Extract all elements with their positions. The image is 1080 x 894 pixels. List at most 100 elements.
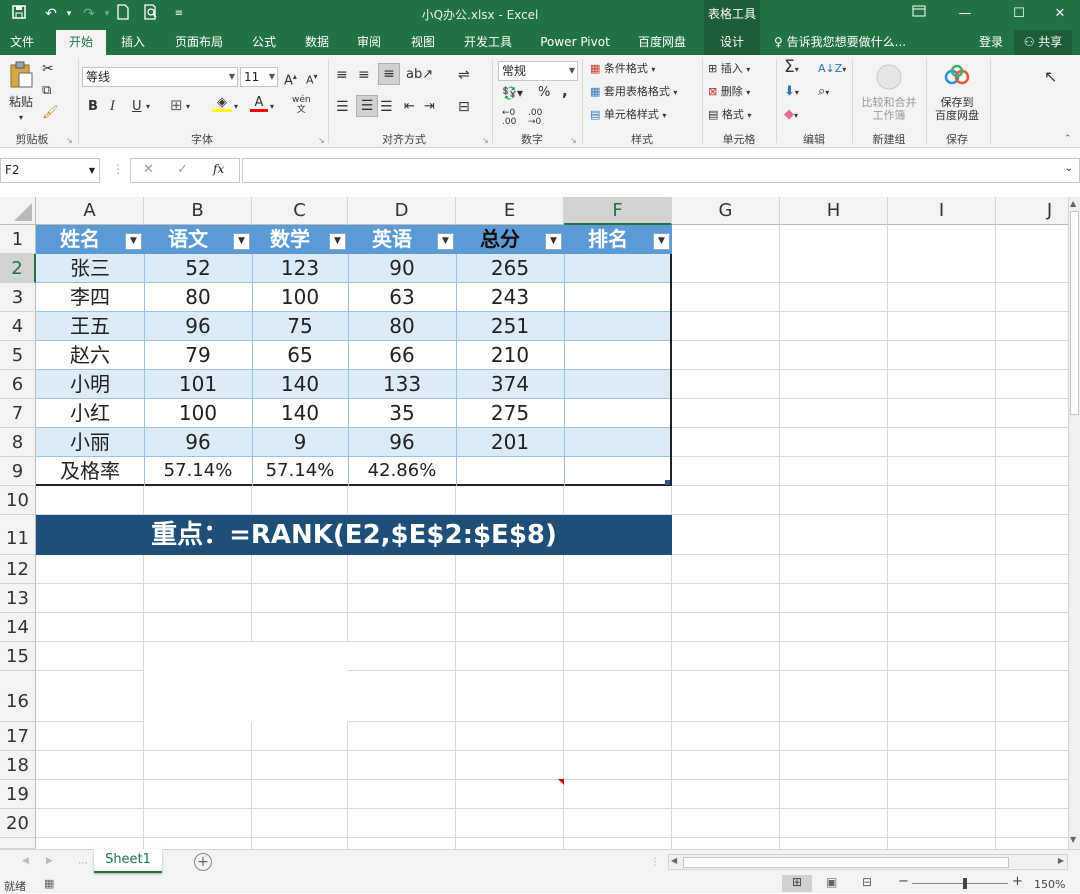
- cell-total[interactable]: 251: [456, 312, 564, 340]
- format-cells-button[interactable]: ▤ 格式 ▾: [708, 107, 751, 124]
- zoom-slider[interactable]: [912, 883, 1008, 884]
- filter-dropdown-icon[interactable]: ▼: [545, 233, 562, 250]
- select-all-corner[interactable]: [0, 197, 36, 225]
- cell-pass-rate-english[interactable]: 42.86%: [348, 457, 456, 485]
- column-header-e[interactable]: E: [456, 197, 564, 225]
- cell-chinese[interactable]: 80: [144, 283, 252, 311]
- cell-chinese[interactable]: 101: [144, 370, 252, 398]
- save-to-baidu-button[interactable]: 保存到 百度网盘: [928, 63, 986, 122]
- tab-formulas[interactable]: 公式: [244, 30, 284, 55]
- delete-cells-button[interactable]: ⊠ 删除 ▾: [708, 84, 750, 101]
- cell-name[interactable]: 王五: [36, 312, 144, 340]
- row-header-3[interactable]: 3: [0, 283, 36, 312]
- cell-english[interactable]: 66: [348, 341, 456, 369]
- cell-english[interactable]: 90: [348, 254, 456, 282]
- font-size-combo[interactable]: 11 ▼: [240, 67, 278, 87]
- cell-total[interactable]: 275: [456, 399, 564, 427]
- font-launcher-icon[interactable]: ↘: [318, 133, 325, 149]
- column-header-h[interactable]: H: [780, 197, 888, 225]
- tab-power-pivot[interactable]: Power Pivot: [532, 30, 618, 55]
- font-color-button[interactable]: A: [250, 95, 268, 112]
- align-bottom-icon[interactable]: ≡: [378, 63, 400, 85]
- align-top-icon[interactable]: ≡: [336, 67, 348, 83]
- underline-button[interactable]: U: [132, 99, 142, 115]
- page-layout-view-icon[interactable]: ▣: [826, 875, 837, 889]
- undo-dropdown-icon[interactable]: ▾: [58, 4, 80, 24]
- insert-function-icon[interactable]: fx: [213, 162, 224, 176]
- number-format-combo[interactable]: 常规 ▼: [498, 61, 578, 81]
- border-icon[interactable]: ⊞: [170, 97, 183, 113]
- row-header-15[interactable]: 15: [0, 642, 36, 671]
- filter-dropdown-icon[interactable]: ▼: [653, 233, 670, 250]
- prev-sheet-icon[interactable]: ◀: [22, 856, 29, 866]
- tab-developer[interactable]: 开发工具: [454, 30, 522, 55]
- cell-name[interactable]: 小明: [36, 370, 144, 398]
- tab-baidu-disk[interactable]: 百度网盘: [628, 30, 696, 55]
- fill-dropdown-icon[interactable]: ▾: [234, 99, 238, 115]
- wrap-text-icon[interactable]: ⇌: [458, 67, 470, 83]
- vertical-scroll-thumb[interactable]: [1070, 211, 1079, 415]
- tab-review[interactable]: 审阅: [348, 30, 390, 55]
- cell-english[interactable]: 96: [348, 428, 456, 456]
- fill-icon[interactable]: ⬇▾: [784, 84, 799, 101]
- decrease-decimal-icon[interactable]: .00 →0: [528, 109, 542, 127]
- zoom-level[interactable]: 150%: [1034, 878, 1065, 891]
- grow-font-icon[interactable]: A▴: [284, 69, 297, 89]
- shrink-font-icon[interactable]: A▾: [306, 69, 318, 89]
- cell-total[interactable]: 210: [456, 341, 564, 369]
- new-file-icon[interactable]: [112, 4, 134, 24]
- tab-file[interactable]: 文件: [0, 30, 44, 55]
- row-header-8[interactable]: 8: [0, 428, 36, 457]
- minimize-icon[interactable]: —: [942, 0, 988, 30]
- cancel-formula-icon[interactable]: ✕: [143, 162, 154, 177]
- cell-pass-rate-chinese[interactable]: 57.14%: [144, 457, 252, 485]
- cell-total[interactable]: 374: [456, 370, 564, 398]
- alignment-launcher-icon[interactable]: ↘: [482, 133, 489, 149]
- insert-cells-button[interactable]: ⊞ 插入 ▾: [708, 61, 750, 78]
- align-right-icon[interactable]: ☰: [380, 99, 393, 115]
- number-launcher-icon[interactable]: ↘: [570, 133, 577, 149]
- sheet-tab-sheet1[interactable]: Sheet1: [94, 849, 162, 873]
- row-header-7[interactable]: 7: [0, 399, 36, 428]
- font-name-combo[interactable]: 等线 ▼: [82, 67, 238, 87]
- cell-math[interactable]: 75: [252, 312, 348, 340]
- column-header-a[interactable]: A: [36, 197, 144, 225]
- percent-style-button[interactable]: %: [538, 85, 550, 101]
- cell-english[interactable]: 35: [348, 399, 456, 427]
- row-header-14[interactable]: 14: [0, 613, 36, 642]
- cell-math[interactable]: 123: [252, 254, 348, 282]
- format-as-table-button[interactable]: ▦ 套用表格格式 ▾: [590, 84, 677, 101]
- italic-button[interactable]: I: [110, 99, 115, 115]
- cell-english[interactable]: 133: [348, 370, 456, 398]
- login-link[interactable]: 登录: [972, 30, 1010, 55]
- formula-banner[interactable]: 重点：=RANK(E2,$E$2:$E$8): [36, 515, 672, 555]
- row-header-6[interactable]: 6: [0, 370, 36, 399]
- row-header-4[interactable]: 4: [0, 312, 36, 341]
- tab-page-layout[interactable]: 页面布局: [164, 30, 234, 55]
- zoom-out-icon[interactable]: −: [898, 874, 909, 889]
- table-resize-handle[interactable]: [665, 480, 670, 485]
- cell-chinese[interactable]: 100: [144, 399, 252, 427]
- clear-icon[interactable]: ◆▾: [784, 107, 798, 124]
- cell-math[interactable]: 9: [252, 428, 348, 456]
- formula-input[interactable]: ⌄: [242, 158, 1080, 183]
- normal-view-icon[interactable]: ⊞: [782, 875, 812, 892]
- underline-dropdown-icon[interactable]: ▾: [146, 99, 150, 115]
- cell-total[interactable]: 265: [456, 254, 564, 282]
- cell-chinese[interactable]: 96: [144, 428, 252, 456]
- cell-chinese[interactable]: 79: [144, 341, 252, 369]
- cell-pass-rate-label[interactable]: 及格率: [36, 457, 144, 485]
- cell-math[interactable]: 140: [252, 370, 348, 398]
- page-break-view-icon[interactable]: ⊟: [862, 875, 872, 889]
- row-header-19[interactable]: 19: [0, 780, 36, 809]
- cell-chinese[interactable]: 96: [144, 312, 252, 340]
- clipboard-launcher-icon[interactable]: ↘: [66, 133, 73, 149]
- column-header-i[interactable]: I: [888, 197, 996, 225]
- tab-data[interactable]: 数据: [296, 30, 338, 55]
- cell-name[interactable]: 小红: [36, 399, 144, 427]
- compare-merge-button[interactable]: 比较和合并 工作簿: [856, 63, 922, 122]
- copy-icon[interactable]: ⧉: [42, 83, 51, 99]
- horizontal-scroll-thumb[interactable]: [683, 857, 1009, 868]
- tab-view[interactable]: 视图: [402, 30, 444, 55]
- sort-filter-icon[interactable]: A↓Z▾: [818, 61, 846, 78]
